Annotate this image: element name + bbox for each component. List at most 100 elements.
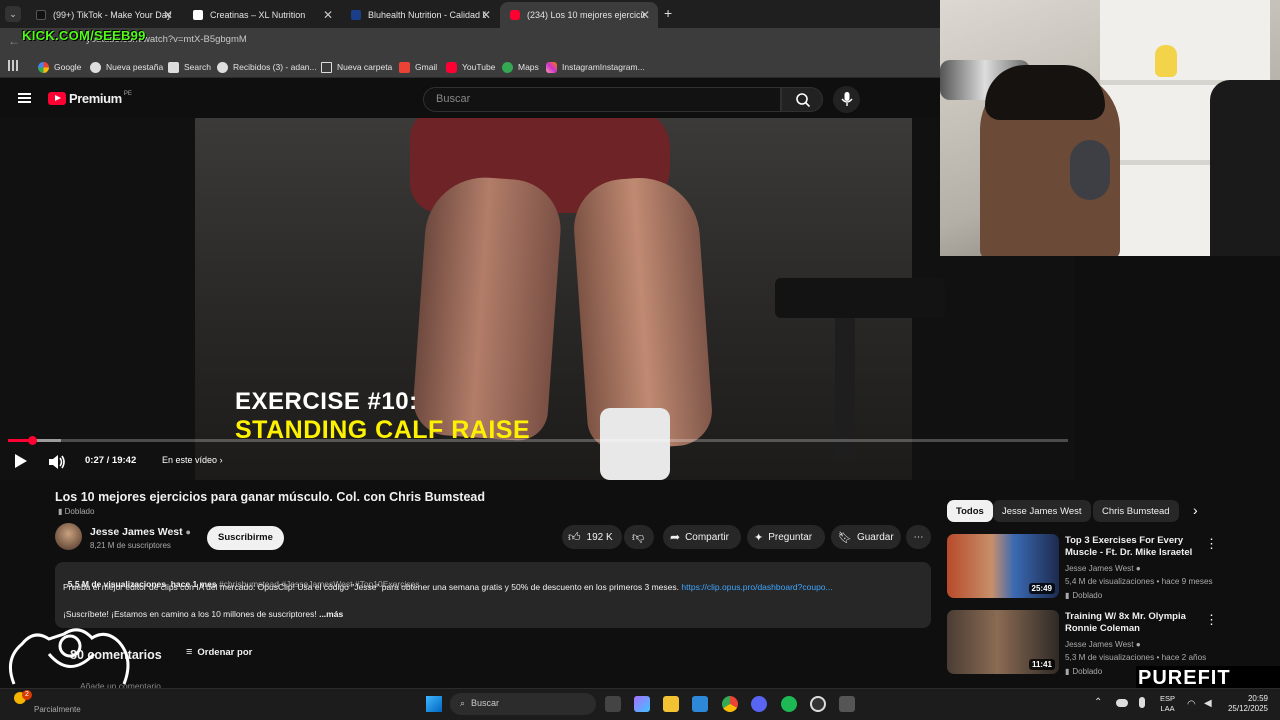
verified-icon: ● <box>1135 640 1141 649</box>
tab-bluhealth[interactable]: Bluhealth Nutrition - Calidad G ✕ <box>341 2 499 28</box>
rec-thumbnail[interactable]: 25:49 <box>947 534 1059 598</box>
tab-youtube[interactable]: (234) Los 10 mejores ejercicios ✕ <box>500 2 658 28</box>
xl-nutrition-icon <box>193 10 203 20</box>
youtube-logo[interactable]: Premium PE <box>48 91 132 106</box>
notification-badge: 2 <box>22 690 32 700</box>
search-icon: ⌕ <box>460 698 466 708</box>
bodybuilder-logo <box>4 624 134 688</box>
purefit-logo: PUREFIT <box>1136 666 1280 690</box>
menu-icon[interactable] <box>18 93 31 103</box>
chrome-icon[interactable] <box>722 696 738 712</box>
search-icon <box>168 61 179 73</box>
rec-title[interactable]: Top 3 Exercises For Every Muscle - Ft. D… <box>1065 535 1195 559</box>
tab-list-button[interactable]: ⌄ <box>5 6 21 22</box>
bookmark-search[interactable]: Search <box>168 59 211 75</box>
progress-scrubber[interactable] <box>28 436 38 445</box>
share-icon: ➦ <box>670 530 681 544</box>
new-tab-button[interactable]: + <box>664 5 672 21</box>
chip-all[interactable]: Todos <box>947 500 993 522</box>
bookmark-instagram[interactable]: InstagramInstagram... <box>546 59 645 75</box>
copilot-icon[interactable] <box>634 696 650 712</box>
verified-icon: ● <box>1135 564 1141 573</box>
apps-grid-icon[interactable] <box>8 60 19 71</box>
play-button[interactable] <box>15 454 27 468</box>
discord-icon[interactable] <box>751 696 767 712</box>
wifi-icon[interactable]: ◠ <box>1187 699 1196 710</box>
duration-badge: 11:41 <box>1028 659 1055 670</box>
taskbar-search[interactable]: ⌕ Buscar <box>450 693 596 715</box>
voice-search-button[interactable] <box>833 86 860 113</box>
rec-more-icon[interactable]: ⋮ <box>1205 536 1218 552</box>
tab-creatinas[interactable]: Creatinas – XL Nutrition ✕ <box>183 2 341 28</box>
close-icon[interactable]: ✕ <box>163 8 173 22</box>
volume-icon[interactable] <box>48 455 66 474</box>
share-button[interactable]: ➦ Compartir <box>663 525 741 549</box>
close-icon[interactable]: ✕ <box>323 8 333 22</box>
like-button[interactable]: 👍︎ 192 K <box>562 525 622 549</box>
ask-button[interactable]: ✦ Preguntar <box>747 525 825 549</box>
onedrive-icon[interactable] <box>1116 699 1128 707</box>
task-view-icon[interactable] <box>605 696 621 712</box>
sort-button[interactable]: ≡ Ordenar por <box>186 646 252 658</box>
rec-title[interactable]: Training W/ 8x Mr. Olympia Ronnie Colema… <box>1065 611 1195 635</box>
progress-bar[interactable] <box>8 436 1068 445</box>
chip-jesse-james-west[interactable]: Jesse James West <box>993 500 1091 522</box>
youtube-icon <box>446 61 457 73</box>
tab-label: (99+) TikTok - Make Your Day <box>53 10 172 20</box>
close-icon[interactable]: ✕ <box>481 8 491 22</box>
headphones-icon <box>1070 140 1110 200</box>
thumbs-up-icon: 👍︎ <box>568 529 581 544</box>
bookmark-inbox[interactable]: Recibidos (3) - adan... <box>217 59 317 75</box>
duration-badge: 25:49 <box>1028 583 1055 594</box>
bookmark-icon: 🔖︎ <box>838 531 852 544</box>
clock[interactable]: 20:59 25/12/2025 <box>1222 694 1268 714</box>
start-button[interactable] <box>426 696 442 712</box>
bookmark-gmail[interactable]: Gmail <box>399 59 437 75</box>
pikachu-figure <box>1155 45 1177 77</box>
store-icon[interactable] <box>692 696 708 712</box>
mic-icon[interactable] <box>1139 697 1145 708</box>
tab-tiktok[interactable]: (99+) TikTok - Make Your Day ✕ <box>26 2 181 28</box>
subscriber-count: 8,21 M de suscriptores <box>90 541 171 550</box>
rec-more-icon[interactable]: ⋮ <box>1205 612 1218 628</box>
rec-channel[interactable]: Jesse James West ● <box>1065 564 1141 573</box>
maps-icon <box>502 61 513 73</box>
dislike-button[interactable]: 👎︎ <box>624 525 654 549</box>
subscribe-button[interactable]: Suscribirme <box>207 526 284 550</box>
description-line-2: ¡Suscríbete! ¡Estamos en camino a los 10… <box>63 609 344 619</box>
rec-channel[interactable]: Jesse James West ● <box>1065 640 1141 649</box>
bookmark-google[interactable]: Google <box>38 59 81 75</box>
url-field[interactable]: youtube.com/watch?v=mtX-B5gbgmM <box>86 34 686 50</box>
bookmark-folder[interactable]: Nueva carpeta <box>321 59 392 75</box>
speaker-icon[interactable]: ◀ <box>1204 698 1212 709</box>
sparkle-icon: ✦ <box>754 531 764 544</box>
channel-name[interactable]: Jesse James West ● <box>90 526 191 538</box>
google-icon <box>38 61 49 73</box>
file-explorer-icon[interactable] <box>663 696 679 712</box>
bookmark-youtube[interactable]: YouTube <box>446 59 495 75</box>
calculator-icon[interactable] <box>839 696 855 712</box>
back-icon[interactable]: ← <box>8 34 20 48</box>
tab-label: (234) Los 10 mejores ejercicios <box>527 10 645 20</box>
channel-avatar[interactable] <box>55 523 82 550</box>
chevron-up-icon[interactable]: ⌃ <box>1094 697 1102 708</box>
globe-icon <box>90 61 101 73</box>
chip-chris-bumstead[interactable]: Chris Bumstead <box>1093 500 1179 522</box>
verified-icon: ● <box>185 527 191 537</box>
rec-thumbnail[interactable]: 11:41 <box>947 610 1059 674</box>
language-indicator[interactable]: ESP LAA <box>1160 694 1175 714</box>
close-icon[interactable]: ✕ <box>640 8 650 22</box>
obs-icon[interactable] <box>810 696 826 712</box>
bookmark-new-tab[interactable]: Nueva pestaña <box>90 59 163 75</box>
spotify-icon[interactable] <box>781 696 797 712</box>
bookmark-maps[interactable]: Maps <box>502 59 539 75</box>
chapters-button[interactable]: En este vídeo › <box>162 455 223 465</box>
save-button[interactable]: 🔖︎ Guardar <box>831 525 901 549</box>
search-input[interactable]: Buscar <box>423 87 781 112</box>
show-more-button[interactable]: ...más <box>319 609 343 619</box>
search-button[interactable] <box>781 87 823 112</box>
description-link[interactable]: https://clip.opus.pro/dashboard?coupo... <box>681 582 832 592</box>
more-actions-button[interactable]: ⋯ <box>906 525 931 549</box>
chips-next-icon[interactable]: › <box>1193 502 1198 518</box>
video-player[interactable]: EXERCISE #10: STANDING CALF RAISE 0:27 /… <box>0 118 1075 480</box>
